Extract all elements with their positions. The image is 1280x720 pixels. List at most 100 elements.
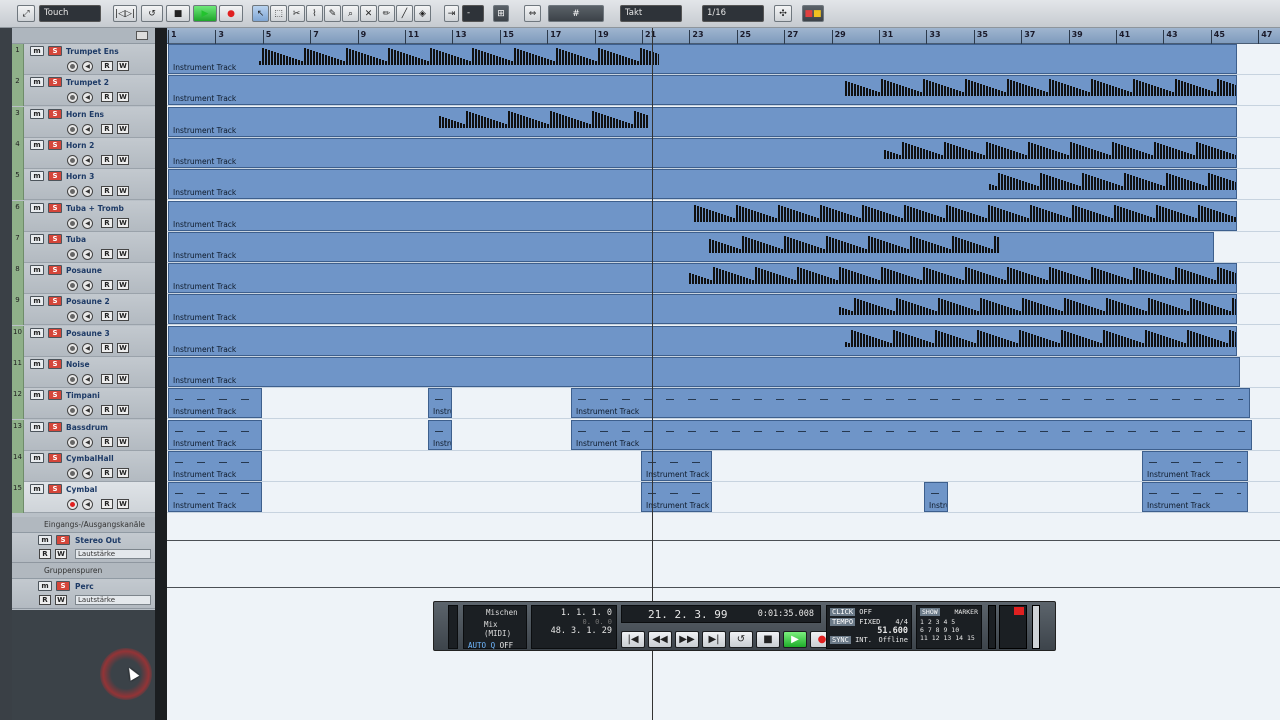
solo-button[interactable]: S bbox=[48, 452, 62, 463]
position-time[interactable]: 0:01:35.008 bbox=[758, 609, 814, 619]
monitor-icon[interactable]: ◀ bbox=[82, 436, 93, 448]
monitor-icon[interactable]: ◀ bbox=[82, 342, 93, 354]
rewind-button[interactable]: ◀◀ bbox=[648, 631, 672, 648]
mute-button[interactable]: m bbox=[30, 484, 44, 495]
track-name[interactable]: Tuba + Tromb bbox=[66, 204, 124, 213]
record-enable-icon[interactable] bbox=[67, 217, 78, 229]
track-name[interactable]: Posaune 2 bbox=[66, 297, 110, 306]
scrub-tool-icon[interactable]: ◈ bbox=[414, 5, 431, 22]
stop-button[interactable]: ■ bbox=[756, 631, 780, 648]
fx-track-stereo-out[interactable]: m S Stereo Out R W Lautstärke bbox=[12, 533, 155, 563]
object-select-tool-icon[interactable]: ↖ bbox=[252, 5, 269, 22]
play-button[interactable]: ▶ bbox=[783, 631, 807, 648]
write-automation-button[interactable]: W bbox=[117, 311, 129, 322]
monitor-icon[interactable]: ◀ bbox=[82, 374, 93, 385]
track-header[interactable]: 15 m S Cymbal ◀ R W bbox=[12, 482, 155, 514]
midi-part[interactable]: Instrument Track bbox=[1142, 450, 1248, 481]
midi-part[interactable]: Instrument Track bbox=[571, 388, 1250, 419]
mute-button[interactable]: m bbox=[30, 265, 44, 276]
track-header[interactable]: 12 m S Timpani ◀ R W bbox=[12, 388, 155, 420]
record-enable-icon[interactable] bbox=[67, 499, 78, 511]
track-name[interactable]: Noise bbox=[66, 360, 90, 369]
track-name[interactable]: Horn 2 bbox=[66, 141, 94, 150]
read-automation-button[interactable]: R bbox=[101, 499, 113, 510]
write-automation-button[interactable]: W bbox=[117, 248, 129, 259]
marker-buttons-row2[interactable]: 6 7 8 9 10 bbox=[920, 626, 978, 634]
mute-button[interactable]: m bbox=[30, 452, 44, 463]
write-automation-button[interactable]: W bbox=[117, 436, 129, 447]
read-automation-button[interactable]: R bbox=[101, 467, 113, 478]
mixer-label[interactable]: Mischen bbox=[468, 608, 522, 617]
folder-group-tracks[interactable]: Gruppenspuren bbox=[12, 563, 155, 579]
write-automation-button[interactable]: W bbox=[117, 154, 129, 165]
track-header[interactable]: 10 m S Posaune 3 ◀ R W bbox=[12, 325, 155, 357]
track-header[interactable]: 6 m S Tuba + Tromb ◀ R W bbox=[12, 200, 155, 232]
midi-part[interactable]: Instrument Track bbox=[168, 419, 262, 450]
midi-part[interactable]: Instrument Track bbox=[168, 263, 1237, 294]
write-automation-button[interactable]: W bbox=[117, 61, 129, 71]
record-enable-icon[interactable] bbox=[67, 280, 78, 292]
marker-buttons-row1[interactable]: 1 2 3 4 5 bbox=[920, 618, 978, 626]
write-automation-button[interactable]: W bbox=[117, 342, 129, 353]
quantize-settings-icon[interactable]: ✣ bbox=[774, 5, 792, 22]
mute-button[interactable]: m bbox=[30, 171, 44, 182]
write-automation-button[interactable]: W bbox=[117, 280, 129, 291]
monitor-icon[interactable]: ◀ bbox=[82, 467, 93, 479]
snap-type-icon[interactable]: ⇔ bbox=[524, 5, 541, 22]
solo-button[interactable]: S bbox=[48, 421, 62, 432]
monitor-icon[interactable]: ◀ bbox=[82, 217, 93, 229]
click-button[interactable]: CLICK bbox=[830, 608, 856, 616]
track-name[interactable]: Posaune 3 bbox=[66, 329, 110, 338]
record-enable-icon[interactable] bbox=[67, 311, 78, 323]
mute-button[interactable]: m bbox=[30, 359, 44, 369]
record-enable-icon[interactable] bbox=[67, 154, 78, 166]
automation-mode-select[interactable]: Touch bbox=[39, 5, 101, 22]
quantize-select[interactable]: 1/16 bbox=[702, 5, 764, 22]
track-header[interactable]: 7 m S Tuba ◀ R W bbox=[12, 231, 155, 263]
write-automation-button[interactable]: W bbox=[117, 186, 129, 197]
track-name[interactable]: Posaune bbox=[66, 266, 102, 275]
go-to-end-button[interactable]: ▶| bbox=[702, 631, 726, 648]
mute-tool-icon[interactable]: ✕ bbox=[360, 5, 377, 22]
mute-button[interactable]: m bbox=[38, 581, 52, 591]
auto-select-dropdown[interactable]: - bbox=[462, 5, 484, 22]
solo-button[interactable]: S bbox=[48, 265, 62, 276]
autoscroll-icon[interactable]: ⇥ bbox=[444, 5, 459, 22]
zoom-tool-icon[interactable]: ⌕ bbox=[342, 5, 359, 22]
track-name[interactable]: Tuba bbox=[66, 235, 86, 244]
solo-button[interactable]: S bbox=[48, 233, 62, 244]
track-header[interactable]: 5 m S Horn 3 ◀ R W bbox=[12, 169, 155, 201]
cycle-button[interactable]: ↺ bbox=[729, 631, 753, 648]
read-automation-button[interactable]: R bbox=[101, 280, 113, 291]
read-automation-button[interactable]: R bbox=[101, 436, 113, 447]
mute-button[interactable]: m bbox=[38, 535, 52, 545]
write-automation-button[interactable]: W bbox=[55, 549, 67, 559]
mute-button[interactable]: m bbox=[30, 46, 44, 56]
stop-button[interactable]: ■ bbox=[166, 5, 190, 22]
solo-button[interactable]: S bbox=[48, 390, 62, 401]
write-automation-button[interactable]: W bbox=[117, 499, 129, 510]
monitor-icon[interactable]: ◀ bbox=[82, 248, 93, 260]
midi-part[interactable]: Instrument Track bbox=[571, 419, 1252, 450]
play-button[interactable]: ▶ bbox=[193, 5, 217, 22]
monitor-icon[interactable]: ◀ bbox=[82, 186, 93, 198]
monitor-icon[interactable]: ◀ bbox=[82, 61, 93, 72]
read-automation-button[interactable]: R bbox=[101, 311, 113, 322]
write-automation-button[interactable]: W bbox=[117, 467, 129, 478]
track-name[interactable]: Timpani bbox=[66, 391, 100, 400]
midi-part[interactable]: Instrument Track bbox=[168, 388, 262, 419]
midi-part[interactable]: Instrument Track bbox=[168, 482, 262, 513]
monitor-icon[interactable]: ◀ bbox=[82, 92, 93, 104]
mix-midi-label[interactable]: Mix (MIDI) bbox=[468, 620, 522, 638]
midi-part[interactable]: Instrument Track bbox=[1142, 482, 1248, 513]
read-automation-button[interactable]: R bbox=[101, 342, 113, 353]
clip-indicator[interactable] bbox=[1014, 607, 1024, 615]
solo-button[interactable]: S bbox=[48, 139, 62, 150]
read-automation-button[interactable]: R bbox=[101, 186, 113, 197]
automation-param-field[interactable]: Lautstärke bbox=[75, 595, 151, 605]
record-enable-icon[interactable] bbox=[67, 92, 78, 104]
monitor-icon[interactable]: ◀ bbox=[82, 405, 93, 417]
mute-button[interactable]: m bbox=[30, 296, 44, 307]
tempo-value[interactable]: 51.600 bbox=[830, 626, 908, 636]
fx-track-perc[interactable]: m S Perc R W Lautstärke bbox=[12, 579, 155, 609]
